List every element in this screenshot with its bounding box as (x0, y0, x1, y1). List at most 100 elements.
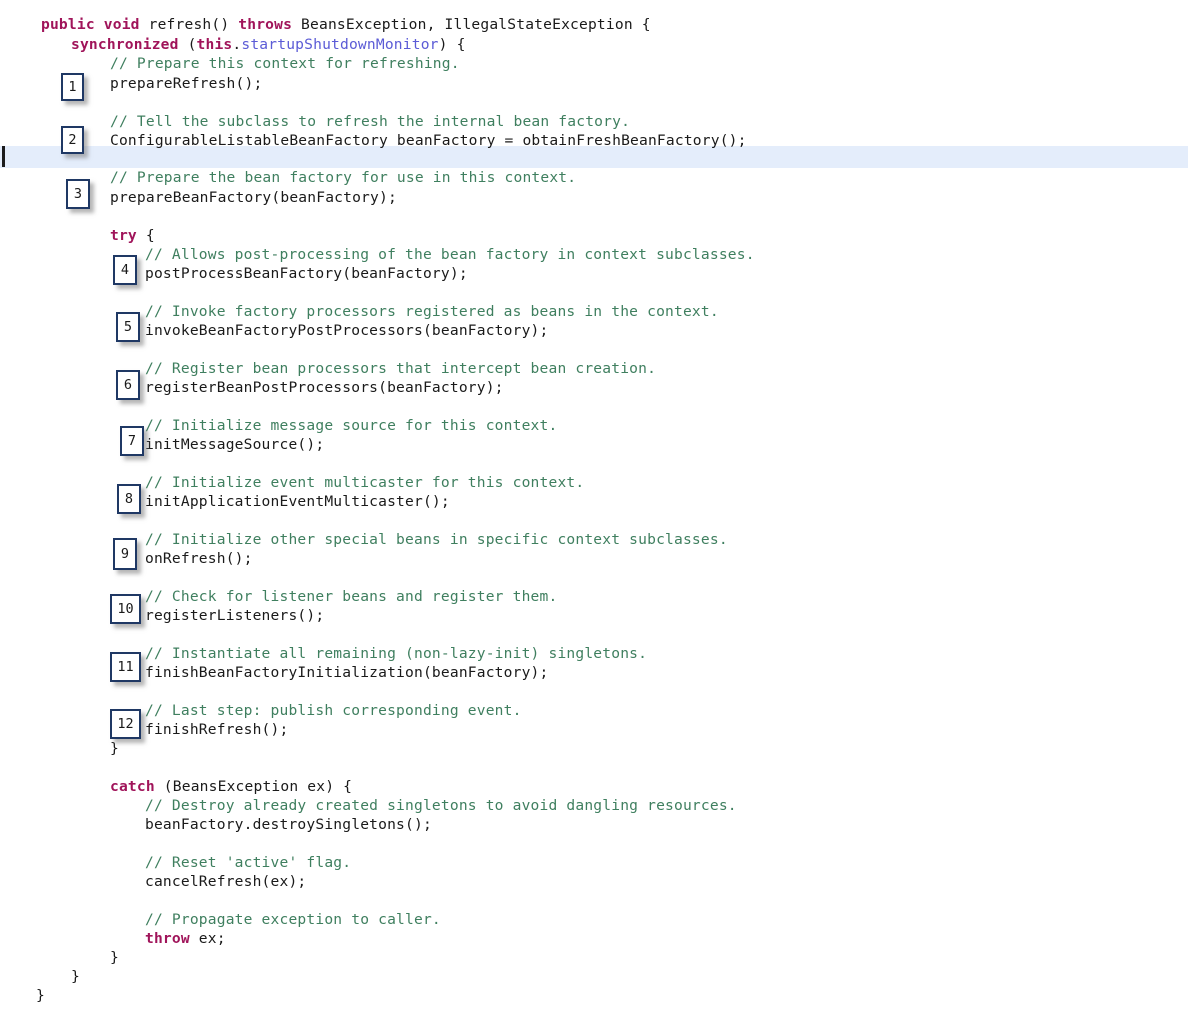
comment-token: // Prepare the bean factory for use in t… (110, 169, 577, 186)
code-line: // Prepare the bean factory for use in t… (110, 168, 576, 187)
code-line: synchronized (this.startupShutdownMonito… (71, 35, 466, 54)
callout-label: 6 (123, 377, 133, 393)
callout-badge-6[interactable]: 6 (116, 370, 140, 400)
callout-badge-4[interactable]: 4 (113, 255, 137, 285)
code-line: // Initialize other special beans in spe… (145, 530, 728, 549)
plain-token: prepareBeanFactory(beanFactory); (110, 189, 397, 206)
callout-badge-3[interactable]: 3 (66, 179, 90, 209)
code-line: catch (BeansException ex) { (110, 777, 352, 796)
code-line: registerListeners(); (145, 606, 324, 625)
callout-label: 4 (120, 262, 130, 278)
callout-badge-5[interactable]: 5 (116, 312, 140, 342)
comment-token: // Initialize event multicaster for this… (145, 474, 585, 491)
code-line: ConfigurableListableBeanFactory beanFact… (110, 131, 747, 150)
code-line: // Instantiate all remaining (non-lazy-i… (145, 644, 647, 663)
code-line: invokeBeanFactoryPostProcessors(beanFact… (145, 321, 548, 340)
plain-token: ) { (438, 36, 466, 53)
callout-badge-12[interactable]: 12 (110, 709, 141, 739)
comment-token: // Prepare this context for refreshing. (110, 55, 460, 72)
code-line: onRefresh(); (145, 549, 253, 568)
comment-token: // Destroy already created singletons to… (145, 797, 737, 814)
code-line: initMessageSource(); (145, 435, 324, 454)
code-line: finishRefresh(); (145, 720, 288, 739)
callout-badge-7[interactable]: 7 (120, 426, 144, 456)
plain-token: } (110, 949, 119, 966)
code-line: // Initialize event multicaster for this… (145, 473, 584, 492)
plain-token: finishBeanFactoryInitialization(beanFact… (145, 664, 549, 681)
callout-label: 1 (68, 79, 77, 95)
plain-token: onRefresh(); (145, 550, 253, 567)
code-line: // Initialize message source for this co… (145, 416, 557, 435)
callout-label: 2 (68, 132, 77, 148)
callout-label: 8 (124, 491, 134, 507)
callout-badge-1[interactable]: 1 (61, 73, 84, 101)
callout-label: 3 (73, 186, 83, 202)
code-line: beanFactory.destroySingletons(); (145, 815, 432, 834)
comment-token: // Check for listener beans and register… (145, 588, 558, 605)
comment-token: // Instantiate all remaining (non-lazy-i… (145, 645, 648, 662)
callout-badge-2[interactable]: 2 (61, 126, 84, 154)
plain-token: { (136, 227, 155, 244)
code-line: initApplicationEventMulticaster(); (145, 492, 450, 511)
code-line: } (36, 986, 45, 1005)
code-line: // Register bean processors that interce… (145, 359, 656, 378)
plain-token: ( (187, 36, 197, 53)
plain-token: (BeansException ex) { (154, 778, 353, 795)
plain-token: } (36, 987, 45, 1004)
plain-token: finishRefresh(); (145, 721, 289, 738)
code-line: throw ex; (145, 929, 226, 948)
plain-token: initApplicationEventMulticaster(); (145, 493, 450, 510)
code-line: public void refresh() throws BeansExcept… (41, 15, 651, 34)
code-line: } (110, 739, 119, 758)
code-line: } (110, 948, 119, 967)
plain-token: ex; (189, 930, 226, 947)
code-line: try { (110, 226, 155, 245)
comment-token: // Propagate exception to caller. (145, 911, 441, 928)
code-line: // Allows post-processing of the bean fa… (145, 245, 755, 264)
plain-token: invokeBeanFactoryPostProcessors(beanFact… (145, 322, 549, 339)
plain-token: prepareRefresh(); (110, 75, 263, 92)
keyword-token: throws (238, 16, 302, 33)
callout-badge-11[interactable]: 11 (110, 652, 141, 682)
code-line: // Destroy already created singletons to… (145, 796, 737, 815)
keyword-token: try (110, 227, 137, 244)
callout-label: 5 (123, 319, 133, 335)
callout-label: 9 (120, 546, 130, 562)
code-line: // Invoke factory processors registered … (145, 302, 719, 321)
comment-token: // Tell the subclass to refresh the inte… (110, 113, 631, 130)
callout-badge-9[interactable]: 9 (113, 538, 137, 570)
plain-token: registerListeners(); (145, 607, 325, 624)
code-line: postProcessBeanFactory(beanFactory); (145, 264, 468, 283)
callout-label: 10 (117, 601, 134, 617)
code-line: finishBeanFactoryInitialization(beanFact… (145, 663, 548, 682)
callout-badge-10[interactable]: 10 (110, 594, 141, 624)
comment-token: // Last step: publish corresponding even… (145, 702, 522, 719)
code-line: } (71, 967, 80, 986)
plain-token: refresh() (148, 16, 239, 33)
callout-label: 11 (117, 659, 134, 675)
code-surface[interactable]: public void refresh() throws BeansExcept… (0, 0, 1188, 1015)
plain-token: cancelRefresh(ex); (145, 873, 307, 890)
comment-token: // Initialize other special beans in spe… (145, 531, 728, 548)
keyword-token: public void (41, 16, 149, 33)
comment-token: // Reset 'active' flag. (145, 854, 352, 871)
plain-token: postProcessBeanFactory(beanFactory); (145, 265, 468, 282)
plain-token: ConfigurableListableBeanFactory beanFact… (110, 132, 747, 149)
code-line: cancelRefresh(ex); (145, 872, 306, 891)
comment-token: // Allows post-processing of the bean fa… (145, 246, 755, 263)
code-line: // Check for listener beans and register… (145, 587, 557, 606)
plain-token: initMessageSource(); (145, 436, 325, 453)
comment-token: // Initialize message source for this co… (145, 417, 558, 434)
code-editor-screenshot: public void refresh() throws BeansExcept… (0, 0, 1188, 1015)
code-line: registerBeanPostProcessors(beanFactory); (145, 378, 504, 397)
code-line: // Tell the subclass to refresh the inte… (110, 112, 630, 131)
code-line: // Propagate exception to caller. (145, 910, 441, 929)
comment-token: // Invoke factory processors registered … (145, 303, 719, 320)
keyword-token: synchronized (71, 36, 188, 53)
code-line: prepareBeanFactory(beanFactory); (110, 188, 397, 207)
plain-token: BeansException, IllegalStateException { (301, 16, 651, 33)
code-line: prepareRefresh(); (110, 74, 262, 93)
plain-token: } (110, 740, 119, 757)
callout-badge-8[interactable]: 8 (117, 484, 141, 514)
code-line: // Prepare this context for refreshing. (110, 54, 460, 73)
